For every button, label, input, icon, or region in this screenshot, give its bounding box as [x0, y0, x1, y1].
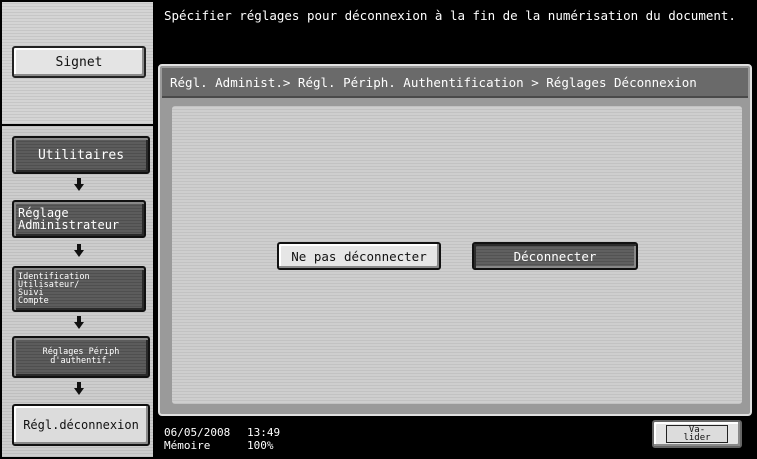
instruction-message: Spécifier réglages pour déconnexion à la…	[164, 8, 736, 23]
flow-identification-label: Identification Utilisateur/ Suivi Compte	[18, 273, 90, 306]
breadcrumb: Régl. Administ.> Régl. Périph. Authentif…	[162, 68, 748, 98]
flow-reglages-periph-label: Réglages Périph d'authentif.	[43, 348, 120, 366]
flow-label-line: d'authentif.	[50, 356, 112, 366]
deconnecter-button[interactable]: Déconnecter	[472, 242, 638, 270]
status-bar: 06/05/2008 13:49 Mémoire 100%	[164, 426, 280, 452]
breadcrumb-text: Régl. Administ.> Régl. Périph. Authentif…	[170, 74, 697, 90]
flow-reglages-periph-button[interactable]: Réglages Périph d'authentif.	[12, 336, 150, 378]
validate-button[interactable]: Va- lider	[652, 420, 742, 448]
flow-identification-button[interactable]: Identification Utilisateur/ Suivi Compte	[12, 266, 146, 312]
down-arrow-icon	[74, 316, 84, 329]
ne-pas-deconnecter-button[interactable]: Ne pas déconnecter	[277, 242, 441, 270]
validate-label: Va- lider	[666, 425, 728, 443]
flow-utilitaires-label: Utilitaires	[37, 147, 125, 163]
flow-utilitaires-button[interactable]: Utilitaires	[12, 136, 150, 174]
flow-regl-deconnexion-label: Régl.déconnexion	[23, 418, 139, 432]
flow-label-line: Compte	[18, 296, 49, 306]
status-date: 06/05/2008	[164, 426, 231, 439]
signet-button[interactable]: Signet	[12, 46, 146, 78]
flow-area: Utilitaires Réglage Administrateur Ident…	[2, 126, 153, 457]
flow-reglage-admin-button[interactable]: Réglage Administrateur	[12, 200, 146, 238]
status-time: 13:49	[247, 426, 281, 439]
status-row-memory: Mémoire 100%	[164, 439, 280, 452]
memory-value: 100%	[247, 439, 274, 452]
ne-pas-deconnecter-label: Ne pas déconnecter	[291, 248, 427, 264]
down-arrow-icon	[74, 382, 84, 395]
validate-label-line2: lider	[683, 433, 711, 443]
status-row-datetime: 06/05/2008 13:49	[164, 426, 280, 439]
deconnecter-label: Déconnecter	[513, 248, 597, 264]
options-area: Ne pas déconnecter Déconnecter	[172, 106, 742, 404]
flow-regl-deconnexion-button[interactable]: Régl.déconnexion	[12, 404, 150, 446]
down-arrow-icon	[74, 244, 84, 257]
flow-label-line: Administrateur	[18, 218, 120, 232]
settings-panel: Régl. Administ.> Régl. Périph. Authentif…	[158, 64, 752, 416]
memory-label: Mémoire	[164, 439, 211, 452]
signet-area: Signet	[2, 2, 153, 124]
sidebar: Signet Utilitaires Réglage Administrateu…	[0, 0, 155, 459]
flow-reglage-admin-label: Réglage Administrateur	[18, 207, 119, 231]
down-arrow-icon	[74, 178, 84, 191]
